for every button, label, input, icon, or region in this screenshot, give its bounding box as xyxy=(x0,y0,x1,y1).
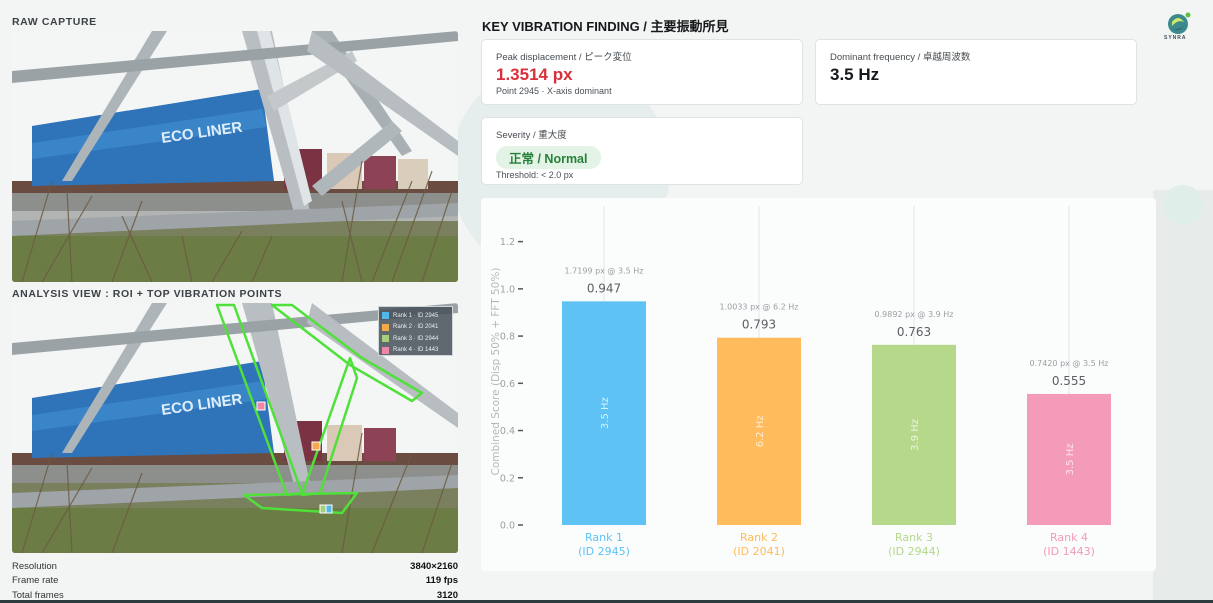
x-category-id: (ID 1443) xyxy=(1043,545,1095,558)
x-category-label: Rank 4 xyxy=(1050,531,1088,544)
severity-label: Severity / 重大度 xyxy=(496,130,567,141)
peak-label: Peak displacement / ピーク変位 xyxy=(496,52,632,63)
meta-value: 119 fps xyxy=(425,575,458,587)
bar-frequency-label: 3.9 Hz xyxy=(910,419,921,451)
frequency-label: Dominant frequency / 卓越周波数 xyxy=(830,52,971,63)
severity-threshold: Threshold: < 2.0 px xyxy=(496,170,574,180)
x-category-id: (ID 2945) xyxy=(578,545,630,558)
bar-annotation: 1.0033 px @ 6.2 Hz xyxy=(720,303,799,312)
y-tick-label: 0.8 xyxy=(500,332,515,343)
background-orb xyxy=(1163,185,1203,225)
meta-label: Frame rate xyxy=(12,575,59,587)
finding-title: KEY VIBRATION FINDING / 主要振動所見 xyxy=(482,19,729,34)
y-axis-label: Combined Score (Disp 50% + FFT 50%) xyxy=(490,268,502,476)
combined-score-bar-chart: 0.0 0.2 0.4 0.6 0.8 1.0 1.2 Combined Score (Dis… xyxy=(490,206,1111,558)
dominant-frequency-card: Dominant frequency / 卓越周波数 3.5 Hz xyxy=(815,39,1137,105)
y-tick-label: 1.0 xyxy=(500,284,515,295)
score-chart-panel: 0.0 0.2 0.4 0.6 0.8 1.0 1.2 Combined Score (Dis… xyxy=(481,198,1156,571)
legend-label: Rank 2 · ID 2041 xyxy=(393,324,439,331)
background-building xyxy=(1153,190,1213,600)
x-category-label: Rank 2 xyxy=(740,531,778,544)
meta-label: Resolution xyxy=(12,560,57,572)
legend-swatch xyxy=(382,346,389,354)
analysis-view-title: ANALYSIS VIEW : ROI + TOP VIBRATION POIN… xyxy=(12,288,283,300)
capture-metadata: Resolution 3840×2160 Frame rate 119 fps To… xyxy=(12,559,458,603)
severity-card: Severity / 重大度 正常 / Normal Threshold: < … xyxy=(481,117,803,185)
legend-label: Rank 1 · ID 2945 xyxy=(393,312,439,319)
legend-rank-1: Rank 1 · ID 2945 xyxy=(382,310,449,322)
y-tick-label: 0.0 xyxy=(500,521,515,532)
peak-value: 1.3514 px xyxy=(496,65,573,84)
meta-resolution: Resolution 3840×2160 xyxy=(12,559,458,574)
frequency-value: 3.5 Hz xyxy=(830,65,880,84)
bar-frequency-label: 3.5 Hz xyxy=(1065,444,1076,476)
raw-capture-title: RAW CAPTURE xyxy=(12,16,97,28)
peak-sub: Point 2945 · X-axis dominant xyxy=(496,86,612,96)
legend-label: Rank 4 · ID 1443 xyxy=(393,347,439,354)
raw-capture-image[interactable]: ECO LINER xyxy=(12,31,458,282)
legend-rank-3: Rank 3 · ID 2944 xyxy=(382,333,449,345)
vibration-point-rank-1[interactable] xyxy=(325,504,333,514)
y-tick-label: 0.6 xyxy=(500,379,515,390)
legend-swatch xyxy=(382,312,389,320)
logo-wordmark: SYNRA xyxy=(1164,35,1187,41)
bar-value-label: 0.947 xyxy=(587,281,621,295)
bar-annotation: 1.7199 px @ 3.5 Hz xyxy=(565,266,644,275)
x-category-id: (ID 2944) xyxy=(888,545,940,558)
analysis-view-image[interactable]: ECO LINER Rank 1 · ID 2945 Rank 2 · ID 2… xyxy=(12,303,458,553)
meta-value: 3840×2160 xyxy=(410,560,458,572)
x-category-label: Rank 1 xyxy=(585,531,623,544)
bar-value-label: 0.793 xyxy=(742,318,776,332)
bar-value-label: 0.555 xyxy=(1052,374,1086,388)
y-tick-label: 0.2 xyxy=(500,473,515,484)
peak-displacement-card: Peak displacement / ピーク変位 1.3514 px Poin… xyxy=(481,39,803,105)
legend-rank-4: Rank 4 · ID 1443 xyxy=(382,345,449,357)
legend-rank-2: Rank 2 · ID 2041 xyxy=(382,322,449,334)
x-category-id: (ID 2041) xyxy=(733,545,785,558)
bar-frequency-label: 6.2 Hz xyxy=(755,415,766,447)
y-tick-label: 1.2 xyxy=(500,237,515,248)
vibration-point-rank-2[interactable] xyxy=(311,441,321,451)
legend-swatch xyxy=(382,323,389,331)
vibration-point-rank-4[interactable] xyxy=(256,401,266,411)
bar-annotation: 0.9892 px @ 3.9 Hz xyxy=(875,310,954,319)
bar-annotation: 0.7420 px @ 3.5 Hz xyxy=(1030,359,1109,368)
severity-badge: 正常 / Normal xyxy=(496,146,601,169)
raw-bridge-photo: ECO LINER xyxy=(12,31,458,282)
bar-value-label: 0.763 xyxy=(897,325,931,339)
y-tick-label: 0.4 xyxy=(500,426,515,437)
bar-frequency-label: 3.5 Hz xyxy=(600,397,611,429)
x-category-label: Rank 3 xyxy=(895,531,933,544)
legend-label: Rank 3 · ID 2944 xyxy=(393,335,439,342)
roi-legend: Rank 1 · ID 2945 Rank 2 · ID 2041 Rank 3… xyxy=(378,306,453,356)
legend-swatch xyxy=(382,335,389,343)
meta-frame-rate: Frame rate 119 fps xyxy=(12,574,458,589)
